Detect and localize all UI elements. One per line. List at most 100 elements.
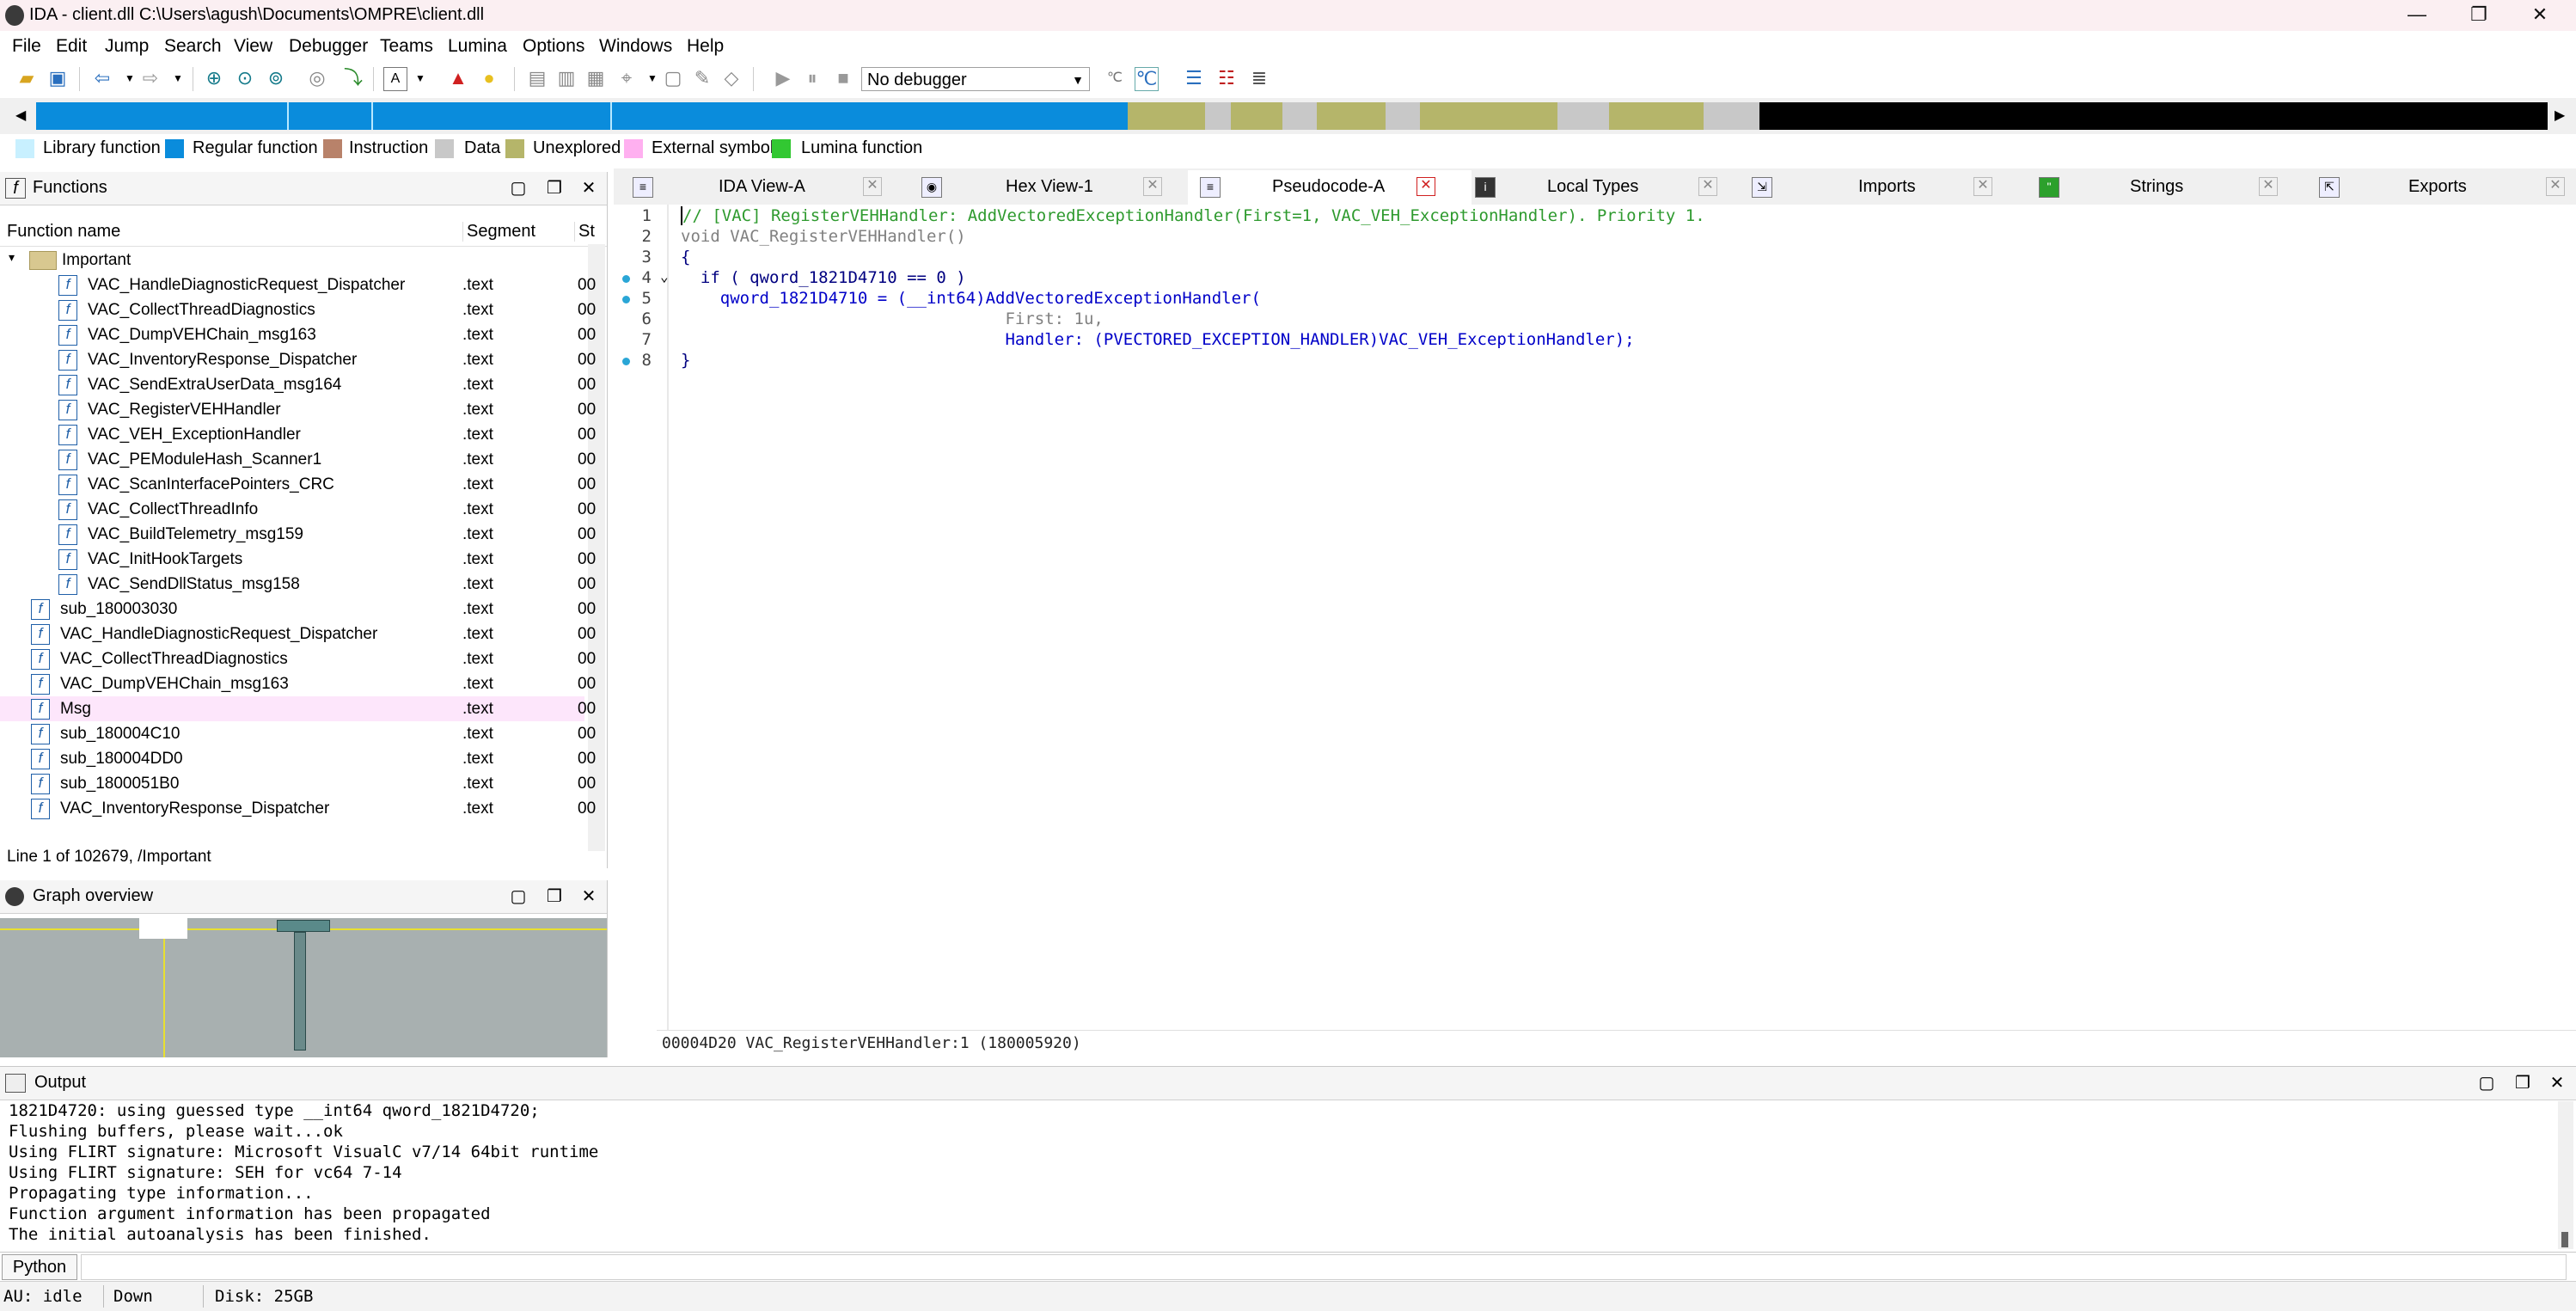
diamond-icon[interactable]: ◇ [720, 67, 743, 89]
menu-lumina[interactable]: Lumina [448, 36, 507, 57]
xref-dropdown-icon[interactable]: ▼ [641, 67, 664, 89]
text-icon[interactable]: A [383, 67, 407, 91]
tab-pseudocode-a[interactable]: ≡ Pseudocode-A ✕ [1188, 170, 1472, 205]
tab-close-icon[interactable]: ✕ [1698, 177, 1717, 196]
menu-help[interactable]: Help [687, 36, 724, 57]
close-button[interactable]: ✕ [2504, 0, 2576, 31]
list-icon[interactable]: ☰ [1183, 67, 1205, 89]
function-row[interactable]: f VAC_SendExtraUserData_msg164 .text 00 [0, 372, 596, 397]
pseudocode-view[interactable]: 1 2 3 4 5 6 7 8 ⌄ // [VAC] RegisterVEHHa… [614, 205, 2576, 1032]
jump-icon[interactable]: ⤵ [342, 67, 364, 89]
function-row[interactable]: f sub_180004C10 .text 00 [0, 721, 596, 746]
output-scrollbar[interactable] [2558, 1101, 2573, 1249]
segment-icon[interactable]: ▤ [526, 67, 548, 89]
tab-close-icon[interactable]: ✕ [2259, 177, 2278, 196]
menu-options[interactable]: Options [523, 36, 584, 57]
function-row[interactable]: f Msg .text 00 [0, 696, 596, 721]
back-arrow-icon[interactable]: ⇦ [91, 67, 113, 89]
frame-icon[interactable]: ▢ [662, 67, 684, 89]
function-row[interactable]: f VAC_CollectThreadInfo .text 00 [0, 497, 596, 522]
start-debug-icon[interactable]: ▶ [772, 67, 794, 89]
struct-icon[interactable]: ▥ [555, 67, 578, 89]
circle-yellow-icon[interactable]: ● [478, 67, 500, 89]
undefine-icon[interactable]: ◎ [306, 67, 328, 89]
breakpoint-icon[interactable]: ▲ [447, 67, 469, 89]
breakpoint-dot[interactable] [622, 296, 630, 303]
function-row[interactable]: f VAC_RegisterVEHHandler .text 00 [0, 397, 596, 422]
tab-local-types[interactable]: i Local Types ✕ [1465, 170, 1748, 205]
tab-close-icon[interactable]: ✕ [1973, 177, 1992, 196]
pause-icon[interactable]: ⏸ [801, 67, 823, 89]
python-language-button[interactable]: Python [2, 1254, 77, 1280]
tab-strings[interactable]: " Strings ✕ [2028, 170, 2312, 205]
graph-canvas[interactable] [0, 918, 607, 1057]
tab-close-icon[interactable]: ✕ [2546, 177, 2565, 196]
graph-viewport-box[interactable] [139, 918, 187, 939]
tab-close-icon[interactable]: ✕ [1416, 177, 1435, 196]
menu-edit[interactable]: Edit [56, 36, 87, 57]
function-row[interactable]: f VAC_SendDllStatus_msg158 .text 00 [0, 572, 596, 597]
tc-active-icon[interactable]: ℃ [1135, 67, 1159, 91]
function-row[interactable]: f sub_1800051B0 .text 00 [0, 771, 596, 796]
function-row[interactable]: f VAC_CollectThreadDiagnostics .text 00 [0, 297, 596, 322]
function-row[interactable]: f VAC_DumpVEHChain_msg163 .text 00 [0, 322, 596, 347]
save-icon[interactable]: ▣ [46, 67, 69, 89]
function-row[interactable]: f VAC_VEH_ExceptionHandler .text 00 [0, 422, 596, 447]
nav-right-arrow-icon[interactable]: ▶ [2555, 107, 2565, 124]
menu-view[interactable]: View [234, 36, 272, 57]
tab-hex-view-1[interactable]: ◉ Hex View-1 ✕ [909, 170, 1193, 205]
chevron-down-icon[interactable]: ▾ [9, 250, 15, 265]
output-log[interactable]: 1821D4720: using guessed type __int64 qw… [0, 1101, 2553, 1249]
function-row[interactable]: f VAC_BuildTelemetry_msg159 .text 00 [0, 522, 596, 547]
panel-float-icon[interactable]: ❐ [542, 885, 567, 907]
debugger-select[interactable]: No debugger ▼ [861, 67, 1090, 91]
function-row[interactable]: f sub_180004DD0 .text 00 [0, 746, 596, 771]
panel-close-icon[interactable]: ✕ [576, 885, 602, 907]
col-start[interactable]: St [574, 222, 595, 242]
tab-close-icon[interactable]: ✕ [1143, 177, 1162, 196]
col-function-name[interactable]: Function name [7, 222, 120, 242]
function-row[interactable]: f VAC_HandleDiagnosticRequest_Dispatcher.… [0, 273, 596, 297]
tracing-icon[interactable]: ≣ [1248, 67, 1270, 89]
breakpoint-dot[interactable] [622, 358, 630, 365]
function-row[interactable]: f VAC_HandleDiagnosticRequest_Dispatcher.… [0, 622, 596, 646]
function-row[interactable]: f VAC_DumpVEHChain_msg163 .text 00 [0, 671, 596, 696]
function-row[interactable]: f VAC_InitHookTargets .text 00 [0, 547, 596, 572]
menu-teams[interactable]: Teams [380, 36, 433, 57]
breakpoint-dot[interactable] [622, 275, 630, 283]
output-scrollbar-thumb[interactable] [2561, 1232, 2568, 1247]
menu-file[interactable]: File [12, 36, 41, 57]
panel-close-icon[interactable]: ✕ [2544, 1072, 2570, 1094]
back-dropdown-icon[interactable]: ▼ [119, 67, 141, 89]
open-folder-icon[interactable]: ▰ [15, 67, 38, 89]
menu-windows[interactable]: Windows [599, 36, 672, 57]
tc-icon[interactable]: ℃ [1104, 67, 1126, 89]
function-row[interactable]: f VAC_InventoryResponse_Dispatcher .text 00 [0, 347, 596, 372]
menu-jump[interactable]: Jump [105, 36, 149, 57]
tab-imports[interactable]: ⇲ Imports ✕ [1741, 170, 2025, 205]
function-row[interactable]: f VAC_CollectThreadDiagnostics .text 00 [0, 646, 596, 671]
navigate-data-icon[interactable]: ⊚ [265, 67, 287, 89]
menu-search[interactable]: Search [164, 36, 222, 57]
patch-icon[interactable]: ✎ [691, 67, 713, 89]
tab-close-icon[interactable]: ✕ [863, 177, 882, 196]
folder-row-important[interactable]: ▾ Important [0, 248, 584, 273]
navigation-strip[interactable] [36, 102, 2548, 130]
navigate-icon[interactable]: ⊕ [203, 67, 225, 89]
tab-exports[interactable]: ⇱ Exports ✕ [2309, 170, 2575, 205]
panel-float-icon[interactable]: ❐ [542, 177, 567, 199]
collapse-chevron-icon[interactable]: ⌄ [660, 268, 669, 285]
python-command-input[interactable] [81, 1254, 2567, 1280]
panel-maximize-icon[interactable]: ▢ [2474, 1072, 2500, 1094]
function-row[interactable]: f VAC_ScanInterfacePointers_CRC .text 00 [0, 472, 596, 497]
function-row[interactable]: f VAC_PEModuleHash_Scanner1 .text 00 [0, 447, 596, 472]
text-dropdown-icon[interactable]: ▼ [409, 67, 431, 89]
nav-left-arrow-icon[interactable]: ◀ [15, 107, 26, 124]
menu-debugger[interactable]: Debugger [289, 36, 368, 57]
panel-float-icon[interactable]: ❐ [2510, 1072, 2536, 1094]
enum-icon[interactable]: ▦ [584, 67, 607, 89]
col-segment[interactable]: Segment [462, 222, 535, 242]
forward-dropdown-icon[interactable]: ▼ [167, 67, 189, 89]
tab-ida-view-a[interactable]: ≡ IDA View-A ✕ [621, 170, 904, 205]
bp-list-icon[interactable]: ☷ [1215, 67, 1238, 89]
